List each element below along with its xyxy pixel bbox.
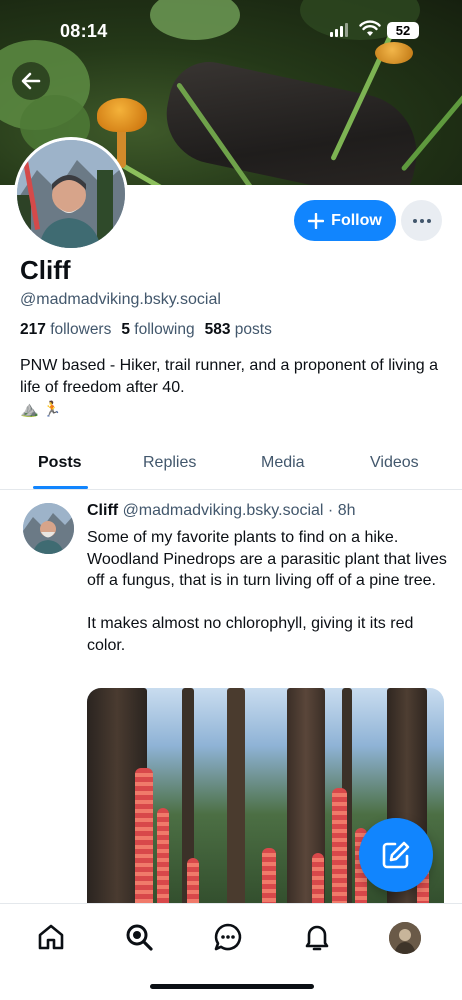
- profile-photo: [17, 140, 125, 248]
- tab-videos[interactable]: Videos: [370, 454, 419, 472]
- compose-button[interactable]: [359, 818, 433, 892]
- plus-icon: [308, 212, 325, 229]
- post-timestamp: · 8h: [327, 502, 356, 519]
- post-author-name[interactable]: Cliff: [87, 502, 118, 519]
- back-button[interactable]: [12, 62, 50, 100]
- status-time: 08:14: [60, 21, 108, 41]
- post-paragraph: Some of my favorite plants to find on a …: [87, 529, 447, 589]
- more-options-button[interactable]: [401, 200, 442, 241]
- tab-posts[interactable]: Posts: [38, 454, 82, 472]
- bio-emoji: ⛰️ 🏃: [20, 401, 62, 418]
- battery-indicator: 52: [387, 22, 419, 39]
- follow-label: Follow: [331, 211, 382, 229]
- home-indicator: [150, 984, 314, 989]
- post-text: Some of my favorite plants to find on a …: [87, 527, 447, 656]
- ellipsis-icon: [412, 218, 417, 223]
- tab-replies[interactable]: Replies: [143, 454, 196, 472]
- profile-bio: PNW based - Hiker, trail runner, and a p…: [20, 357, 438, 396]
- post-author-avatar[interactable]: [23, 503, 74, 554]
- active-tab-indicator: [33, 486, 88, 489]
- followers-stat[interactable]: 217 followers: [20, 321, 111, 339]
- arrow-left-icon: [21, 72, 41, 90]
- following-stat[interactable]: 5 following: [121, 321, 194, 339]
- compose-icon: [382, 841, 410, 869]
- follow-button[interactable]: Follow: [294, 200, 396, 241]
- post-author-handle[interactable]: @madmadviking.bsky.social: [123, 502, 324, 519]
- nav-home[interactable]: [34, 920, 68, 954]
- nav-chat[interactable]: [211, 920, 245, 954]
- profile-avatar[interactable]: [14, 137, 128, 251]
- display-name: Cliff: [20, 255, 71, 285]
- posts-stat: 583 posts: [204, 321, 272, 338]
- home-icon: [38, 924, 64, 950]
- profile-stats: 217 followers 5 following 583 posts: [20, 321, 272, 339]
- nav-profile-avatar[interactable]: [389, 922, 421, 954]
- post-paragraph: It makes almost no chlorophyll, giving i…: [87, 615, 414, 654]
- nav-notifications[interactable]: [300, 920, 334, 954]
- search-icon: [126, 924, 153, 951]
- chat-icon: [214, 923, 242, 951]
- tab-media[interactable]: Media: [261, 454, 305, 472]
- author-photo: [23, 503, 74, 554]
- cellular-signal-icon: [330, 23, 348, 37]
- nav-search[interactable]: [122, 920, 156, 954]
- status-bar: 08:14 52: [0, 0, 462, 58]
- bell-icon: [305, 925, 329, 951]
- profile-handle: @madmadviking.bsky.social: [20, 291, 221, 308]
- profile-avatar-icon: [389, 922, 421, 954]
- profile-tabs: Posts Replies Media Videos: [0, 440, 462, 490]
- post-header: Cliff @madmadviking.bsky.social · 8h: [87, 502, 356, 520]
- wifi-icon: [359, 20, 381, 36]
